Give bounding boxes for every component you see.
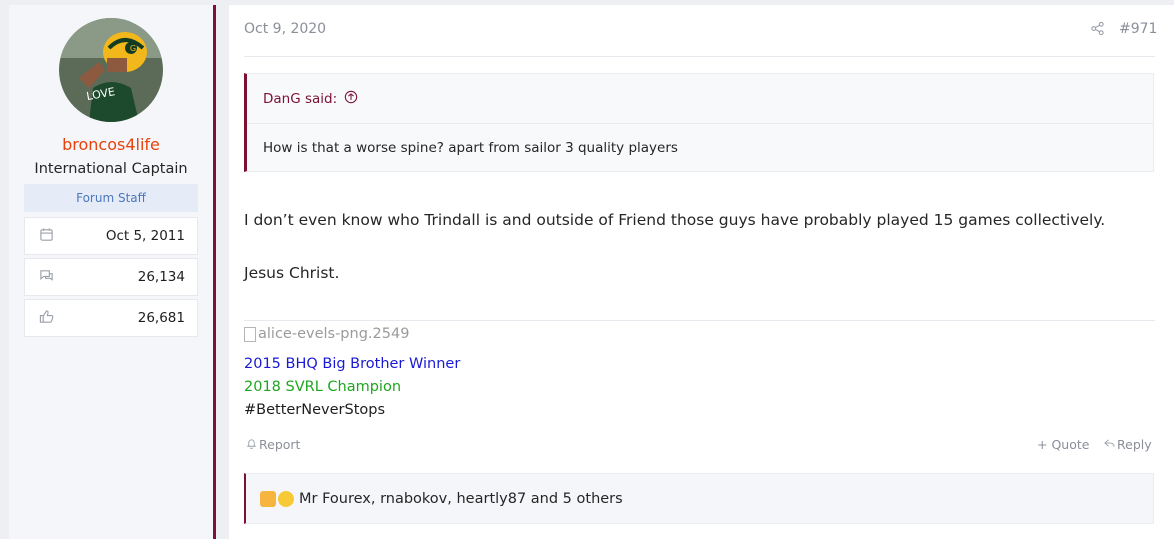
reply-label: Reply xyxy=(1117,437,1152,452)
broken-image-icon xyxy=(244,326,256,342)
like-reaction-icon xyxy=(260,490,276,507)
reactions-value: 26,681 xyxy=(137,310,185,326)
user-avatar[interactable]: G LOVE xyxy=(59,18,163,122)
bell-icon xyxy=(246,437,257,452)
post-date[interactable]: Oct 9, 2020 xyxy=(244,21,326,37)
messages-value: 26,134 xyxy=(137,269,185,285)
thumbs-up-icon xyxy=(39,309,54,328)
post-body-line: I don’t even know who Trindall is and ou… xyxy=(244,211,1106,229)
signature-image-alt: alice-evels-png.2549 xyxy=(258,326,410,342)
arrow-up-circle-icon[interactable] xyxy=(344,90,358,108)
signature-line: 2015 BHQ Big Brother Winner xyxy=(244,356,461,372)
reactions-list[interactable]: Mr Fourex, rnabokov, heartly87 and 5 oth… xyxy=(299,491,623,507)
username-link[interactable]: broncos4life xyxy=(9,135,213,154)
reactions-stat: 26,681 xyxy=(24,299,198,337)
user-panel-divider xyxy=(213,5,216,539)
header-divider xyxy=(244,56,1155,57)
messages-stat: 26,134 xyxy=(24,258,198,296)
signature-line: 2018 SVRL Champion xyxy=(244,379,402,395)
user-banner: Forum Staff xyxy=(24,184,198,212)
joined-stat: Oct 5, 2011 xyxy=(24,217,198,255)
report-label: Report xyxy=(259,437,301,452)
reply-icon xyxy=(1104,437,1115,452)
signature-divider xyxy=(244,320,1155,321)
laugh-reaction-icon xyxy=(278,490,294,507)
signature-line: #BetterNeverStops xyxy=(244,402,386,418)
user-panel: G LOVE broncos4life International Captai… xyxy=(9,5,213,539)
reply-button[interactable]: Reply xyxy=(1104,437,1152,452)
post-container: Oct 9, 2020 #971 DanG said: How is that … xyxy=(229,5,1174,539)
quote-divider xyxy=(247,123,1153,124)
post-body-line: Jesus Christ. xyxy=(244,264,340,282)
quote-author-link[interactable]: DanG said: xyxy=(263,90,358,108)
user-title: International Captain xyxy=(34,161,188,177)
quote-author: DanG said: xyxy=(263,91,338,107)
quote-button[interactable]: + Quote xyxy=(1037,437,1089,452)
quote-label: + Quote xyxy=(1037,437,1090,452)
messages-icon xyxy=(39,268,54,287)
share-icon[interactable] xyxy=(1090,21,1105,36)
report-button[interactable]: Report xyxy=(246,437,300,452)
svg-text:G: G xyxy=(130,44,136,53)
calendar-icon xyxy=(39,227,54,246)
signature-image: alice-evels-png.2549 xyxy=(244,326,409,342)
post-number-link[interactable]: #971 xyxy=(1119,21,1157,37)
joined-value: Oct 5, 2011 xyxy=(105,228,185,244)
quote-block: DanG said: How is that a worse spine? ap… xyxy=(244,73,1154,172)
reactions-bar[interactable]: Mr Fourex, rnabokov, heartly87 and 5 oth… xyxy=(244,473,1154,524)
quote-text: How is that a worse spine? apart from sa… xyxy=(263,140,678,156)
